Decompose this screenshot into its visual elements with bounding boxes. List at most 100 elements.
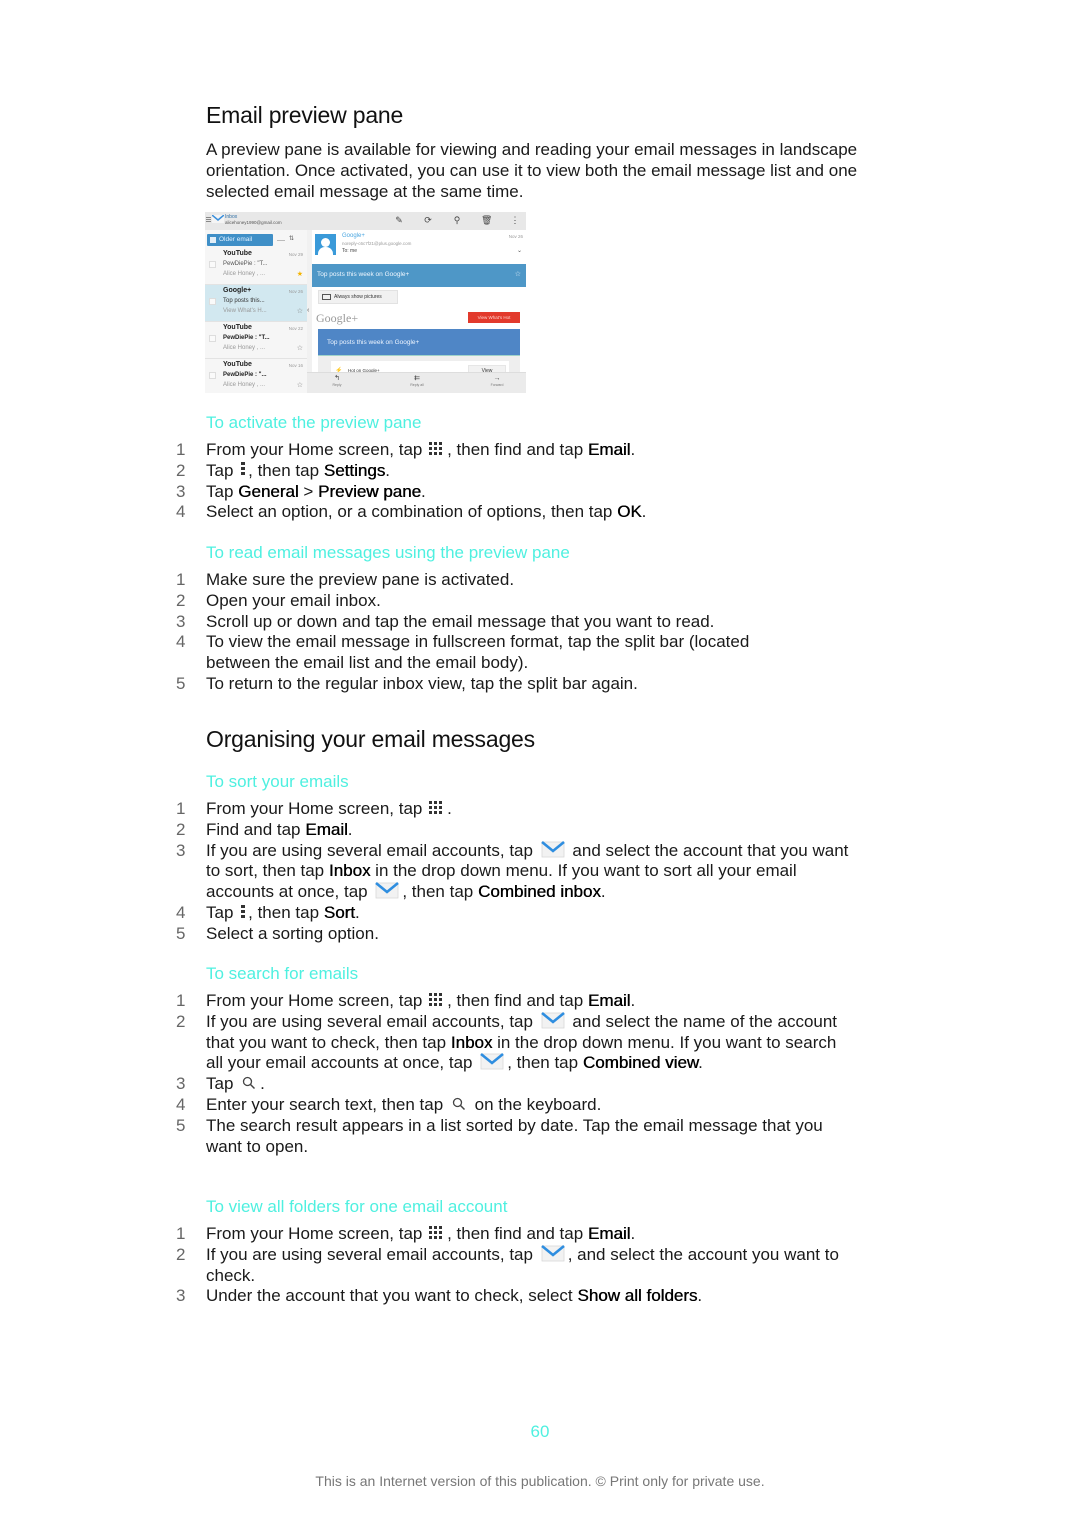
step-number: 5 xyxy=(176,1115,186,1135)
show-pictures-label: Always show pictures xyxy=(334,294,382,300)
sender: YouTube xyxy=(223,324,252,331)
step: 4 Enter your search text, then tap on th… xyxy=(176,1095,846,1116)
list-item: YouTube Nov 22 PewDiePie : "T... Alice H… xyxy=(205,322,307,359)
email-account-icon xyxy=(375,882,399,899)
trash-icon: 🗑 xyxy=(481,215,493,225)
step-number: 5 xyxy=(176,923,186,943)
step-text: . xyxy=(260,1074,265,1094)
step: 3 Tap . xyxy=(176,1074,846,1095)
step-text: . xyxy=(641,502,647,522)
subject: PewDiePie : "... xyxy=(223,372,267,378)
subject: Top posts this... xyxy=(223,298,265,304)
step: 3 Scroll up or down and tap the email mes… xyxy=(176,612,876,633)
chevron-down-icon: ⌄ xyxy=(516,248,522,254)
email-account-icon xyxy=(480,1053,504,1070)
step-text: Select an option, or a combination of op… xyxy=(206,502,618,522)
search-icon: ⚲ xyxy=(453,215,461,225)
step: 1 Make sure the preview pane is activated… xyxy=(176,570,876,591)
message-sender: Google+ xyxy=(342,233,365,239)
date: Nov 29 xyxy=(288,252,303,257)
step-text: on the keyboard. xyxy=(469,1094,602,1114)
snippet: Alice Honey , ... xyxy=(223,345,266,351)
reply-all-icon: ⇇ xyxy=(414,375,420,382)
star-outline-icon: ☆ xyxy=(296,308,303,315)
step-text: , then find and tap xyxy=(447,991,588,1010)
menu-icon xyxy=(240,462,246,476)
step-text: Scroll up or down and tap the email mess… xyxy=(206,611,715,631)
step-number: 4 xyxy=(176,902,186,922)
step-text: The search result appears in a list sort… xyxy=(206,1115,823,1156)
step: 3 Tap General > Preview pane. xyxy=(176,482,876,503)
step-text: . xyxy=(630,440,636,459)
reply-label: Reply xyxy=(332,383,342,387)
step-text: . xyxy=(630,991,636,1010)
step-text: . xyxy=(600,882,606,902)
star-outline-icon: ☆ xyxy=(514,271,521,278)
step: 1 From your Home screen, tap , then find… xyxy=(176,991,846,1012)
subject: PewDiePie : "T... xyxy=(223,261,268,267)
procedure-title-activate: To activate the preview pane xyxy=(206,413,422,432)
snippet: View What's H... xyxy=(223,308,267,314)
footer-notice: This is an Internet version of this publ… xyxy=(315,1473,765,1489)
step-text: Tap xyxy=(206,902,239,922)
star-outline-icon: ☆ xyxy=(296,345,303,352)
section-heading-preview-pane: Email preview pane xyxy=(206,102,404,128)
step: 2 If you are using several email account… xyxy=(176,1012,846,1074)
step: 4 Select an option, or a combination of … xyxy=(176,502,876,523)
step-text: . xyxy=(421,481,426,501)
step: 5 The search result appears in a list sor… xyxy=(176,1116,846,1158)
step-text: From your Home screen, tap xyxy=(206,799,428,818)
step-number: 2 xyxy=(176,590,186,610)
list-item: YouTube Nov 29 PewDiePie : "T... Alice H… xyxy=(205,248,307,285)
divider xyxy=(277,240,285,241)
step-number: 4 xyxy=(176,1094,186,1114)
step-text: If you are using several email accounts,… xyxy=(206,1244,538,1264)
step-text: . xyxy=(447,799,452,818)
snippet: Alice Honey , ... xyxy=(223,382,266,388)
view-whats-hot-button: View What's Hot xyxy=(468,312,520,323)
snippet: Alice Honey , ... xyxy=(223,271,266,277)
picture-icon xyxy=(322,294,331,300)
app-toolbar: Inbox alicehoney1990@gmail.com ✎ ⟳ ⚲ 🗑 ⋮ xyxy=(205,212,526,230)
email-logo-icon xyxy=(212,215,224,223)
step: 1 From your Home screen, tap , then find… xyxy=(176,1224,846,1245)
page-number: 60 xyxy=(530,1422,550,1441)
step-text: . xyxy=(385,460,390,480)
step-number: 1 xyxy=(176,799,186,818)
reply-all-label: Reply all xyxy=(410,383,424,387)
apps-icon xyxy=(429,993,445,1007)
step-text: . xyxy=(697,1286,703,1306)
step-number: 3 xyxy=(176,481,186,501)
sort-steps: 1 From your Home screen, tap . 2 Find an… xyxy=(176,799,856,945)
intro-paragraph: A preview pane is available for viewing … xyxy=(206,140,858,201)
step: 5 To return to the regular inbox view, ta… xyxy=(176,674,876,695)
ui-term: Show all folders xyxy=(577,1286,698,1306)
step-text: , then find and tap xyxy=(447,1224,588,1243)
step-text: Tap xyxy=(206,481,239,501)
apps-icon xyxy=(429,801,445,815)
step-number: 2 xyxy=(176,1244,186,1264)
sender: Google+ xyxy=(223,287,252,294)
view-whats-hot-label: View What's Hot xyxy=(477,314,511,320)
step-text: , then tap xyxy=(248,460,324,480)
email-account-icon xyxy=(541,1012,565,1029)
step-text: . xyxy=(698,1053,703,1073)
sort-icon: ⇅ xyxy=(289,236,295,242)
step-text: . xyxy=(630,1224,636,1243)
step-text: To view the email message in fullscreen … xyxy=(206,632,750,673)
list-item: YouTube Nov 16 PewDiePie : "... Alice Ho… xyxy=(205,359,307,393)
step-number: 3 xyxy=(176,1074,186,1094)
email-banner-text: Top posts this week on Google+ xyxy=(327,339,420,346)
step-number: 4 xyxy=(176,502,186,522)
step: 4 To view the email message in fullscreen… xyxy=(176,632,876,674)
step-number: 3 xyxy=(176,840,186,860)
step-number: 3 xyxy=(176,1286,186,1306)
step: 3 If you are using several email account… xyxy=(176,841,856,903)
google-plus-logo: Google+ xyxy=(316,311,359,325)
email-banner: Top posts this week on Google+ xyxy=(318,329,520,356)
step-text: , then find and tap xyxy=(447,440,588,459)
step-text: Select a sorting option. xyxy=(206,923,379,943)
step: 2 Find and tap Email. xyxy=(176,820,856,841)
step: 2 If you are using several email account… xyxy=(176,1245,846,1287)
message-date: Nov 26 xyxy=(508,234,523,239)
